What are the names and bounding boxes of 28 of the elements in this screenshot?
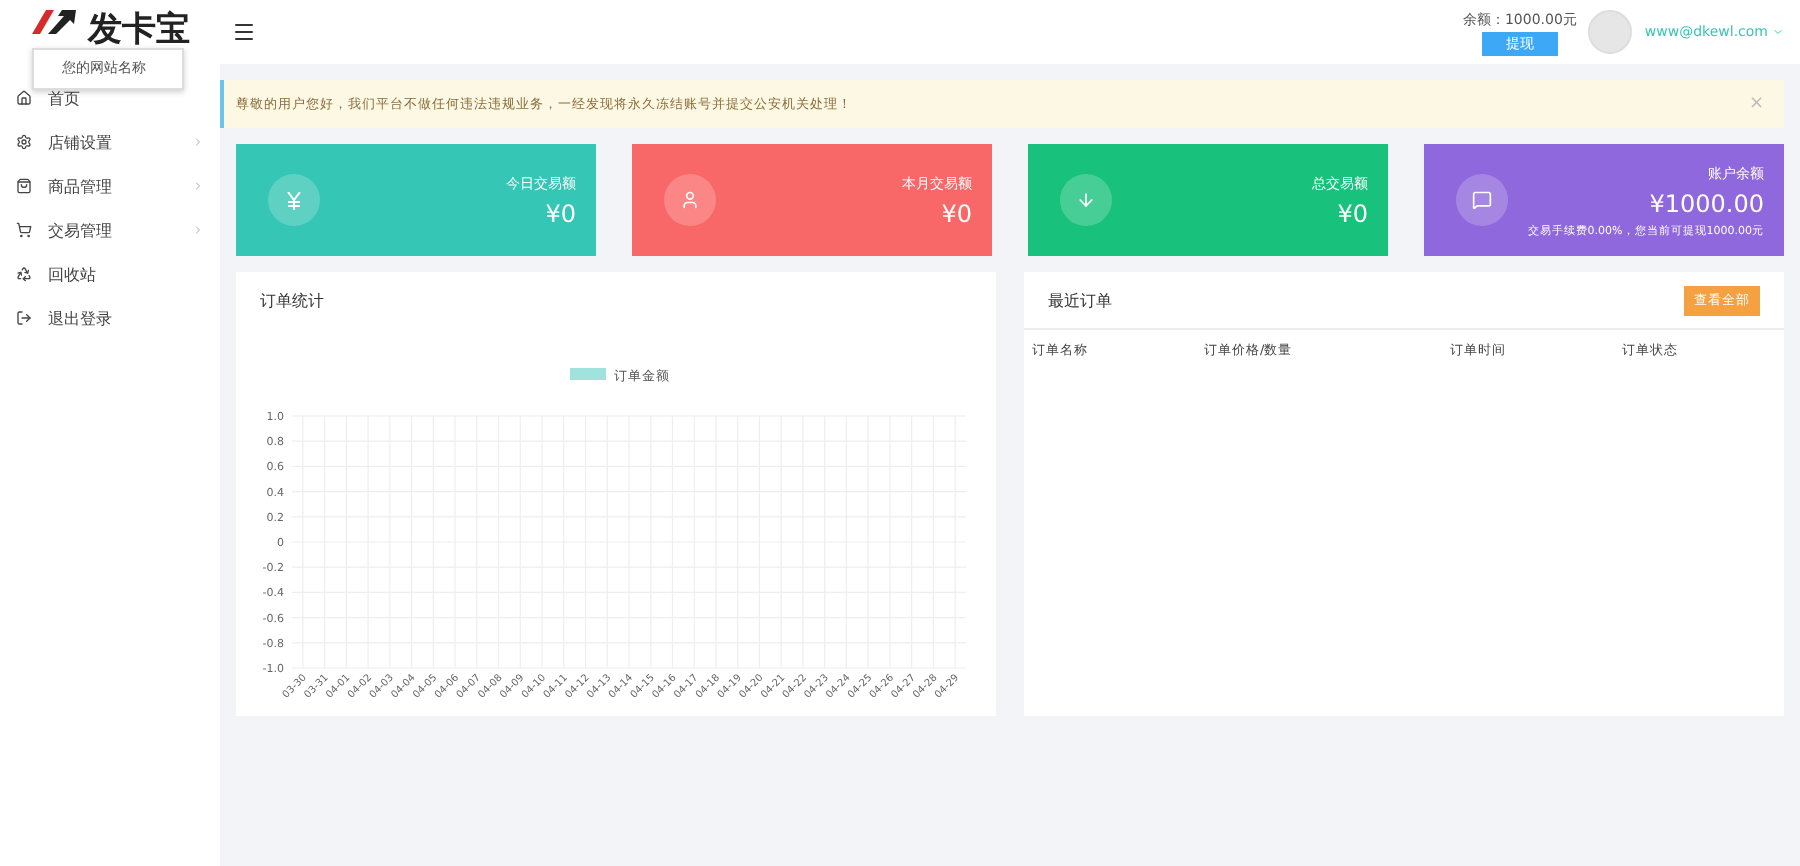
menu-icon[interactable]: [232, 20, 256, 44]
home-icon: [16, 90, 32, 106]
cart-icon: [16, 222, 32, 238]
user-icon: [664, 174, 716, 226]
sidebar-item[interactable]: 交易管理: [0, 208, 220, 252]
sidebar-item[interactable]: 店铺设置: [0, 120, 220, 164]
sidebar-item[interactable]: 回收站: [0, 252, 220, 296]
stat-value: ¥1000.00: [1649, 189, 1764, 217]
panel-title: 最近订单: [1048, 289, 1112, 311]
chat-icon: [1456, 174, 1508, 226]
stat-value: ¥0: [941, 199, 972, 227]
exit-icon: [16, 310, 32, 326]
stat-value: ¥0: [545, 199, 576, 227]
yen-icon: [268, 174, 320, 226]
panel-title: 订单统计: [260, 289, 324, 311]
chevron-icon: [192, 224, 204, 236]
sidebar-item[interactable]: 退出登录: [0, 296, 220, 340]
caret-icon: [1772, 26, 1784, 38]
gear-icon: [16, 134, 32, 150]
sidebar-item[interactable]: 商品管理: [0, 164, 220, 208]
stat-value: ¥0: [1337, 199, 1368, 227]
logo-icon: [28, 6, 80, 38]
arrow-down-icon: [1060, 174, 1112, 226]
bag-icon: [16, 178, 32, 194]
chevron-icon: [192, 136, 204, 148]
brand-name: 发卡宝: [88, 8, 190, 52]
chevron-icon: [192, 180, 204, 192]
recycle-icon: [16, 266, 32, 282]
